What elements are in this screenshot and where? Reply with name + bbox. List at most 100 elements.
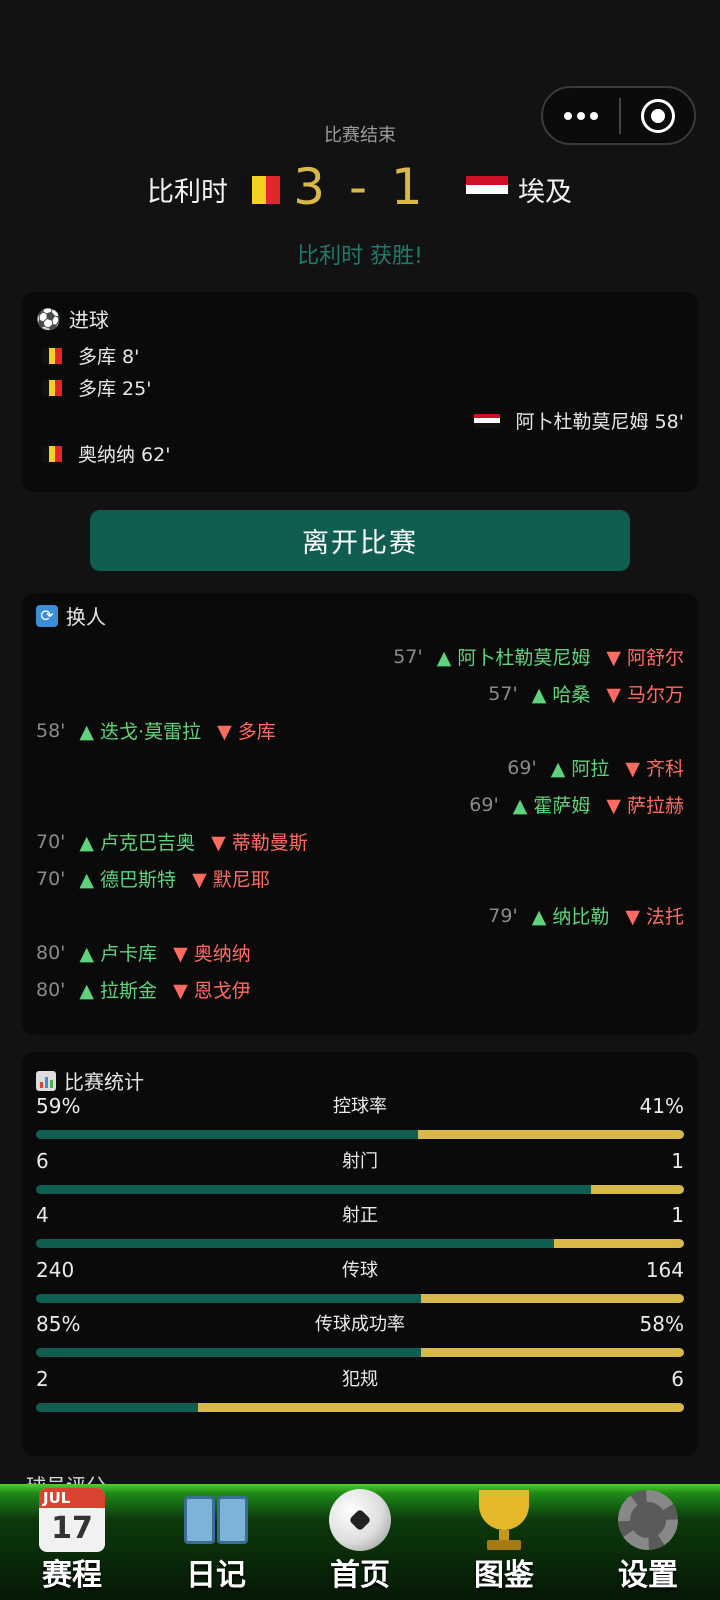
player-out: ▼ 奥纳纳 xyxy=(173,943,251,965)
belgium-flag-icon xyxy=(42,445,62,462)
player-out: ▼ 多库 xyxy=(217,721,276,743)
stat-row: 59% 控球率 41% xyxy=(36,1094,684,1142)
soccer-ball-icon: ⚽ xyxy=(36,306,61,331)
stat-away-value: 41% xyxy=(639,1094,684,1118)
substitution-row: 58' ▲ 迭戈·莫雷拉 ▼ 多库 xyxy=(36,717,276,744)
sub-minute: 79' xyxy=(488,904,518,927)
player-in: ▲ 霍萨姆 xyxy=(512,795,591,817)
substitutions-title: ⟳ 换人 xyxy=(36,601,106,630)
substitution-row: 79' ▲ 纳比勒 ▼ 法托 xyxy=(488,902,684,929)
refresh-icon: ⟳ xyxy=(36,604,58,627)
belgium-flag-icon xyxy=(42,347,62,364)
stat-away-value: 1 xyxy=(671,1203,684,1227)
stat-bar-away xyxy=(591,1184,684,1194)
match-status: 比赛结束 xyxy=(324,125,396,146)
substitution-row: 69' ▲ 霍萨姆 ▼ 萨拉赫 xyxy=(469,791,684,818)
bottom-tab-bar: JUL 17 赛程 日记 首页 图鉴 设置 xyxy=(0,1484,720,1600)
substitution-row: 80' ▲ 拉斯金 ▼ 恩戈伊 xyxy=(36,976,251,1003)
goals-title: ⚽ 进球 xyxy=(36,306,109,333)
stat-bar-home xyxy=(36,1184,592,1194)
tab-collection[interactable]: 图鉴 xyxy=(434,1486,574,1594)
tab-label: 日记 xyxy=(186,1558,246,1593)
substitution-row: 80' ▲ 卢卡库 ▼ 奥纳纳 xyxy=(36,939,251,966)
gear-icon xyxy=(618,1490,678,1550)
tab-home[interactable]: 首页 xyxy=(290,1486,430,1594)
substitution-row: 57' ▲ 哈桑 ▼ 马尔万 xyxy=(488,680,684,707)
stat-name: 传球成功率 xyxy=(315,1314,405,1335)
player-out: ▼ 齐科 xyxy=(625,758,684,780)
stat-row: 2 犯规 6 xyxy=(36,1367,684,1415)
player-out: ▼ 默尼耶 xyxy=(192,869,270,891)
book-icon xyxy=(184,1496,248,1544)
stat-bar xyxy=(36,1239,684,1248)
player-out: ▼ 萨拉赫 xyxy=(606,795,684,817)
sub-minute: 57' xyxy=(393,645,423,668)
sub-minute: 69' xyxy=(469,793,499,816)
stat-bar xyxy=(36,1130,684,1139)
sub-minute: 69' xyxy=(507,756,537,779)
player-in: ▲ 阿拉 xyxy=(550,758,610,780)
stat-row: 6 射门 1 xyxy=(36,1149,684,1197)
goal-item: 奥纳纳 62' xyxy=(42,440,170,467)
tab-schedule[interactable]: JUL 17 赛程 xyxy=(2,1486,142,1594)
stat-bar-home xyxy=(36,1239,555,1248)
bar-chart-icon xyxy=(36,1070,56,1091)
match-score: 3 - 1 xyxy=(293,158,427,216)
egypt-flag-icon xyxy=(473,413,500,428)
player-out: ▼ 马尔万 xyxy=(606,684,684,706)
stat-bar-home xyxy=(36,1293,421,1303)
tab-diary[interactable]: 日记 xyxy=(146,1486,286,1594)
stat-bar xyxy=(36,1293,684,1303)
match-result: 比利时 获胜! xyxy=(297,244,423,269)
stat-away-value: 6 xyxy=(671,1366,684,1391)
player-in: ▲ 拉斯金 xyxy=(79,980,158,1002)
player-out: ▼ 蒂勒曼斯 xyxy=(211,832,308,854)
tab-label: 设置 xyxy=(618,1558,678,1593)
player-in: ▲ 阿卜杜勒莫尼姆 xyxy=(436,647,591,669)
player-in: ▲ 纳比勒 xyxy=(531,906,610,928)
stat-name: 犯规 xyxy=(342,1368,378,1390)
sub-minute: 58' xyxy=(36,719,66,742)
goals-card: ⚽ 进球 多库 8' 多库 25' 阿卜杜勒莫尼姆 58' 奥纳纳 62' xyxy=(22,292,698,492)
stat-bar-home xyxy=(36,1402,198,1412)
substitution-row: 70' ▲ 德巴斯特 ▼ 默尼耶 xyxy=(36,865,270,892)
stat-bar xyxy=(36,1402,684,1412)
match-stats-card: 比赛统计 59% 控球率 41% 6 射门 1 4 射正 1 240 传球 164 85% 传球成功率 58… xyxy=(22,1052,698,1456)
calendar-icon: JUL 17 xyxy=(39,1488,105,1552)
stat-bar xyxy=(36,1184,684,1194)
egypt-flag-icon xyxy=(466,175,508,204)
goal-item: 多库 25' xyxy=(42,374,151,401)
stat-bar-home xyxy=(36,1348,421,1357)
player-in: ▲ 卢卡库 xyxy=(79,943,158,965)
substitution-row: 70' ▲ 卢克巴吉奥 ▼ 蒂勒曼斯 xyxy=(36,828,308,855)
stat-bar-home xyxy=(36,1130,419,1139)
trophy-icon xyxy=(479,1490,529,1550)
sub-minute: 70' xyxy=(36,867,66,890)
stat-name: 射正 xyxy=(342,1205,378,1226)
sub-minute: 70' xyxy=(36,830,66,853)
substitution-row: 57' ▲ 阿卜杜勒莫尼姆 ▼ 阿舒尔 xyxy=(393,643,684,670)
stat-away-value: 164 xyxy=(645,1257,684,1282)
goal-item: 多库 8' xyxy=(42,342,139,369)
stat-name: 射门 xyxy=(342,1150,378,1172)
substitutions-card: ⟳ 换人 57' ▲ 阿卜杜勒莫尼姆 ▼ 阿舒尔 57' ▲ 哈桑 ▼ 马尔万 58' ▲ 迭… xyxy=(22,593,698,1035)
tab-label: 图鉴 xyxy=(474,1558,534,1593)
player-out: ▼ 恩戈伊 xyxy=(173,980,251,1002)
tab-label: 赛程 xyxy=(42,1558,102,1593)
stat-row: 240 传球 164 xyxy=(36,1258,684,1306)
stat-bar-away xyxy=(420,1293,684,1303)
away-team-name: 埃及 xyxy=(518,177,572,208)
player-in: ▲ 卢克巴吉奥 xyxy=(79,832,196,854)
stat-name: 传球 xyxy=(342,1259,378,1281)
player-in: ▲ 德巴斯特 xyxy=(79,869,177,891)
leave-match-button[interactable]: 离开比赛 xyxy=(90,510,630,571)
stat-bar-away xyxy=(418,1130,684,1139)
stat-row: 4 射正 1 xyxy=(36,1203,684,1251)
tab-settings[interactable]: 设置 xyxy=(578,1486,718,1594)
soccer-ball-icon xyxy=(329,1489,391,1551)
stat-bar xyxy=(36,1348,684,1357)
away-team: 埃及 xyxy=(466,170,572,209)
stats-title: 比赛统计 xyxy=(36,1066,144,1095)
stat-bar-away xyxy=(420,1348,684,1357)
stat-away-value: 58% xyxy=(639,1312,684,1336)
